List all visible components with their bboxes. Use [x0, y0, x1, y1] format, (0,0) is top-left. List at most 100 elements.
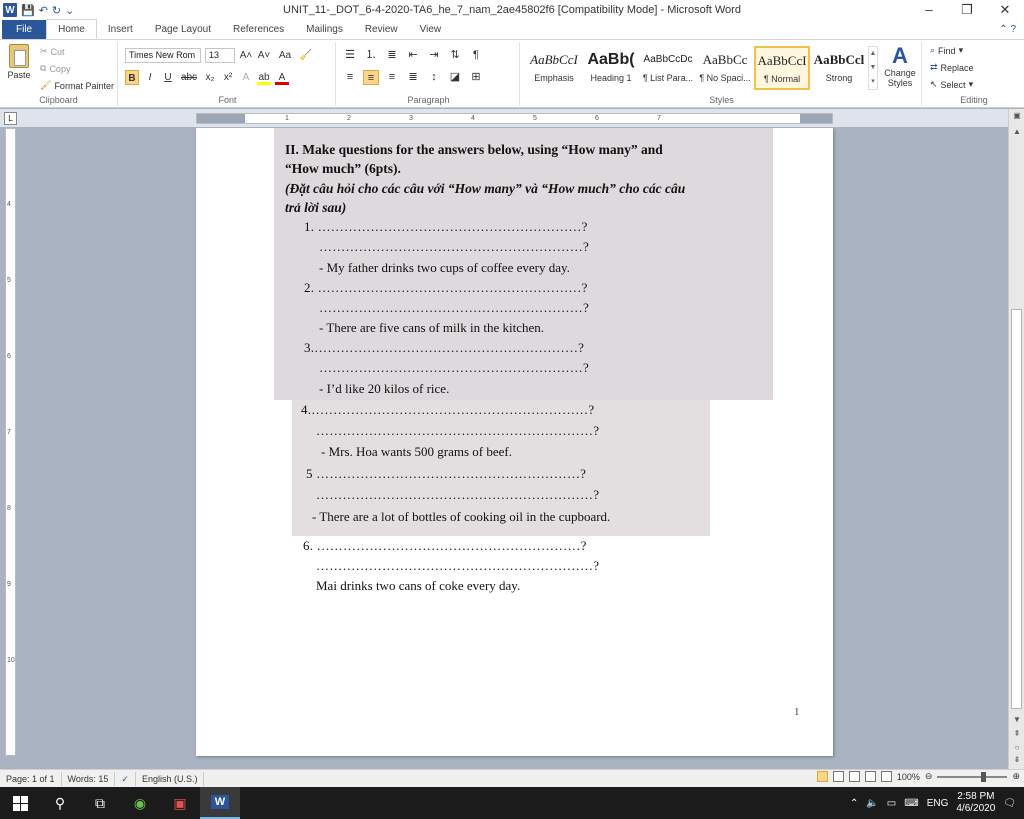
proofing-icon[interactable]: ✓ [115, 771, 136, 786]
grow-font-button[interactable]: A˄ [239, 48, 253, 63]
shrink-font-button[interactable]: A˅ [257, 48, 271, 63]
align-left-icon[interactable]: ≡ [342, 70, 358, 85]
find-button[interactable]: ⌕ Find ▾ [930, 45, 963, 56]
strikethrough-button[interactable]: abc [179, 70, 199, 85]
horizontal-ruler[interactable]: 1 2 3 4 5 6 7 [196, 113, 833, 124]
question-2-line[interactable]: 2. ……………………………………………………? [304, 280, 588, 296]
zoom-in-icon[interactable]: ⊕ [1012, 771, 1020, 782]
change-case-button[interactable]: Aa [275, 48, 295, 63]
save-icon[interactable]: 💾 [21, 4, 35, 17]
tab-insert[interactable]: Insert [97, 20, 144, 39]
font-color-icon[interactable]: A [275, 70, 289, 85]
change-styles-button[interactable]: A Change Styles [882, 44, 918, 89]
text-effects-icon[interactable]: A [239, 70, 253, 85]
select-button[interactable]: ↖ Select ▾ [930, 79, 973, 90]
numbering-icon[interactable]: ⒈ [363, 48, 379, 63]
align-right-icon[interactable]: ≡ [384, 70, 400, 85]
copy-button[interactable]: ⧉ Copy [40, 63, 70, 74]
search-icon[interactable]: ⚲ [40, 787, 80, 819]
replace-button[interactable]: ⇄ Replace [930, 62, 974, 73]
restore-button[interactable]: ❐ [948, 0, 986, 20]
page-count-status[interactable]: Page: 1 of 1 [0, 771, 62, 786]
undo-icon[interactable]: ↶ [39, 4, 48, 17]
sort-icon[interactable]: ⇅ [447, 48, 463, 63]
help-icon[interactable]: ? [1010, 24, 1016, 35]
justify-icon[interactable]: ≣ [405, 70, 421, 85]
underline-button[interactable]: U [161, 70, 175, 85]
tab-home[interactable]: Home [46, 19, 97, 39]
question-4-line[interactable]: 4.………………………………………………………? [301, 402, 594, 418]
input-method-icon[interactable]: ⌨ [904, 798, 918, 809]
style-emphasis[interactable]: AaBbCcI Emphasis [526, 46, 582, 90]
web-layout-icon[interactable] [848, 771, 860, 782]
word-count-status[interactable]: Words: 15 [62, 771, 116, 786]
document-page[interactable]: II. Make questions for the answers below… [196, 128, 833, 756]
zoom-slider[interactable] [937, 771, 1008, 782]
superscript-button[interactable]: x² [221, 70, 235, 85]
show-hidden-icons-icon[interactable]: ⌃ [850, 798, 858, 809]
style-normal[interactable]: AaBbCcI ¶ Normal [754, 46, 810, 90]
scroll-down-icon[interactable]: ▼ [1009, 715, 1024, 724]
style-no-spacing[interactable]: AaBbCc ¶ No Spaci... [697, 46, 753, 90]
redo-icon[interactable]: ↻ [52, 4, 61, 17]
customize-toolbar-icon[interactable]: ⌄ [65, 4, 74, 17]
tab-review[interactable]: Review [354, 20, 409, 39]
print-layout-view-icon[interactable] [816, 771, 828, 782]
question-1-line2[interactable]: ……………………………………………………? [319, 239, 589, 255]
select-browse-object-icon[interactable]: ○ [1009, 743, 1024, 752]
highlight-color-icon[interactable]: ab [257, 70, 271, 85]
full-screen-reading-icon[interactable] [832, 771, 844, 782]
tab-view[interactable]: View [409, 20, 453, 39]
bold-button[interactable]: B [125, 70, 139, 85]
tab-file[interactable]: File [2, 20, 47, 39]
zoom-level[interactable]: 100% [897, 772, 920, 782]
format-painter-button[interactable]: 🖌 Format Painter [40, 80, 114, 91]
decrease-indent-icon[interactable]: ⇤ [405, 48, 421, 63]
network-icon[interactable]: ▭ [887, 798, 896, 809]
style-list-paragraph[interactable]: AaBbCcDc ¶ List Para... [640, 46, 696, 90]
multilevel-list-icon[interactable]: ≣ [384, 48, 400, 63]
question-3-line2[interactable]: ……………………………………………………? [319, 360, 589, 376]
notifications-icon[interactable]: 🗨 [1003, 798, 1016, 809]
style-heading-1[interactable]: AaBb( Heading 1 [583, 46, 639, 90]
tab-mailings[interactable]: Mailings [295, 20, 354, 39]
style-strong[interactable]: AaBbCcl Strong [811, 46, 867, 90]
paste-button[interactable]: Paste [4, 44, 34, 92]
question-6-line2[interactable]: ………………………………………………………? [316, 558, 599, 574]
question-4-line2[interactable]: ………………………………………………………? [316, 423, 599, 439]
question-6-line[interactable]: 6. ……………………………………………………? [303, 538, 587, 554]
font-size-select[interactable]: 13 [205, 48, 235, 63]
question-1-line[interactable]: 1. ……………………………………………………? [304, 219, 588, 235]
volume-icon[interactable]: 🔈 [866, 798, 878, 809]
question-3-line[interactable]: 3.……………………………………………………? [304, 340, 584, 356]
zoom-out-icon[interactable]: ⊖ [925, 771, 933, 782]
bullets-icon[interactable]: ☰ [342, 48, 358, 63]
outline-view-icon[interactable] [864, 771, 876, 782]
question-5-line[interactable]: 5 ……………………………………………………? [306, 466, 586, 482]
question-5-line2[interactable]: ………………………………………………………? [316, 487, 599, 503]
align-center-icon[interactable]: ≡ [363, 70, 379, 85]
task-view-icon[interactable]: ⧉ [80, 787, 120, 819]
borders-icon[interactable]: ⊞ [468, 70, 484, 85]
minimize-button[interactable]: – [910, 0, 948, 20]
clear-formatting-icon[interactable]: 🧹 [299, 48, 313, 63]
previous-page-icon[interactable]: ⇞ [1009, 729, 1024, 738]
language-status[interactable]: English (U.S.) [136, 771, 205, 786]
scrollbar-thumb[interactable] [1011, 309, 1022, 709]
vertical-scrollbar[interactable]: ▣ ▲ ▼ ⇞ ○ ⇟ [1008, 109, 1024, 769]
close-button[interactable]: ✕ [986, 0, 1024, 20]
browser-app-icon[interactable]: ◉ [120, 787, 160, 819]
italic-button[interactable]: I [143, 70, 157, 85]
font-name-select[interactable]: Times New Rom [125, 48, 201, 63]
clock[interactable]: 2:58 PM 4/6/2020 [956, 791, 995, 815]
language-indicator[interactable]: ENG [927, 798, 949, 809]
tab-selector[interactable]: L [4, 112, 17, 125]
scroll-up-icon[interactable]: ▲ [1009, 127, 1024, 136]
question-2-line2[interactable]: ……………………………………………………? [319, 300, 589, 316]
next-page-icon[interactable]: ⇟ [1009, 755, 1024, 764]
tab-references[interactable]: References [222, 20, 295, 39]
start-button[interactable] [0, 787, 40, 819]
styles-scroll[interactable]: ▲ ▼ ▾ [868, 46, 878, 90]
minimize-ribbon-icon[interactable]: ⌃ [999, 24, 1007, 35]
word-taskbar-icon[interactable]: W [200, 787, 240, 819]
